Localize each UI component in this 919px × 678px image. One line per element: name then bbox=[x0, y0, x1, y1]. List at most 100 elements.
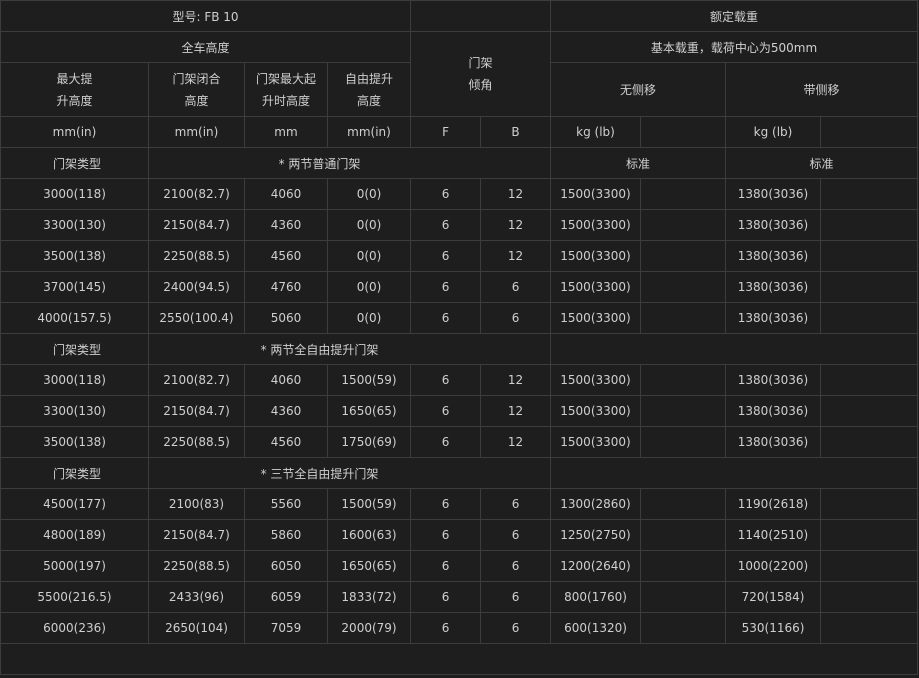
table-cell: 1380(3036) bbox=[725, 395, 822, 427]
table-cell: 2150(84.7) bbox=[148, 395, 245, 427]
table-cell: 1300(2860) bbox=[550, 488, 642, 520]
unit-cell bbox=[640, 116, 727, 148]
table-cell: 1500(3300) bbox=[550, 209, 642, 241]
table-cell: 12 bbox=[480, 395, 552, 427]
table-cell: 7059 bbox=[244, 612, 328, 644]
table-cell bbox=[820, 240, 919, 272]
table-cell: 5860 bbox=[244, 519, 328, 551]
table-cell: 6 bbox=[410, 240, 482, 272]
table-cell: 6 bbox=[410, 395, 482, 427]
table-cell: 2100(82.7) bbox=[148, 364, 245, 396]
table-cell: 600(1320) bbox=[550, 612, 642, 644]
table-cell bbox=[640, 364, 727, 396]
units-row: mm(in) mm(in) mm mm(in) F B kg (lb) kg (… bbox=[0, 116, 919, 148]
table-cell: 1140(2510) bbox=[725, 519, 822, 551]
table-cell: 6 bbox=[480, 550, 552, 582]
table-cell: 2150(84.7) bbox=[148, 519, 245, 551]
table-cell: 6 bbox=[410, 426, 482, 458]
table-cell: 1380(3036) bbox=[725, 240, 822, 272]
table-cell bbox=[820, 395, 919, 427]
table-cell: 4560 bbox=[244, 426, 328, 458]
mast-tilt-header: 门架倾角 bbox=[410, 31, 552, 117]
table-cell bbox=[820, 550, 919, 582]
mast-closed-header: 门架闭合高度 bbox=[148, 62, 245, 117]
section-header-row: 门架类型 * 三节全自由提升门架 bbox=[0, 457, 919, 489]
unit-cell: mm(in) bbox=[148, 116, 245, 148]
rated-load-header: 额定载重 bbox=[550, 0, 919, 32]
table-row: 6000(236) 2650(104) 7059 2000(79) 6 6 600(1320… bbox=[0, 612, 919, 644]
table-row: 3500(138) 2250(88.5) 4560 1750(69) 6 12 1500(3… bbox=[0, 426, 919, 458]
table-cell bbox=[640, 302, 727, 334]
unit-cell: F bbox=[410, 116, 482, 148]
table-cell: 6000(236) bbox=[0, 612, 149, 644]
table-cell: 6 bbox=[480, 271, 552, 303]
section-title-blank bbox=[550, 457, 919, 489]
unit-cell: mm(in) bbox=[326, 116, 412, 148]
standard-label: 标准 bbox=[550, 147, 727, 179]
table-cell: 6 bbox=[480, 581, 552, 613]
table-cell: 12 bbox=[480, 178, 552, 210]
max-lift-header: 最大提升高度 bbox=[0, 62, 149, 117]
table-cell bbox=[820, 581, 919, 613]
table-cell: 1600(63) bbox=[326, 519, 412, 551]
table-cell: 4360 bbox=[244, 395, 328, 427]
mast-type-label: 门架类型 bbox=[0, 457, 149, 489]
table-cell: 1750(69) bbox=[326, 426, 412, 458]
table-cell: 3500(138) bbox=[0, 240, 149, 272]
unit-cell bbox=[820, 116, 919, 148]
table-cell: 1250(2750) bbox=[550, 519, 642, 551]
table-cell: 4560 bbox=[244, 240, 328, 272]
table-cell bbox=[820, 364, 919, 396]
table-cell bbox=[820, 612, 919, 644]
table-row: 4000(157.5) 2550(100.4) 5060 0(0) 6 6 1500(330… bbox=[0, 302, 919, 334]
footer-cell bbox=[0, 643, 919, 675]
table-cell: 12 bbox=[480, 209, 552, 241]
table-cell: 5060 bbox=[244, 302, 328, 334]
table-cell bbox=[820, 209, 919, 241]
spec-table: 型号: FB 10 额定载重 全车高度 门架倾角 基本载重，载荷中心为500mm… bbox=[0, 0, 919, 675]
table-cell: 3300(130) bbox=[0, 395, 149, 427]
mast-extended-header: 门架最大起升时高度 bbox=[244, 62, 328, 117]
table-cell: 1380(3036) bbox=[725, 271, 822, 303]
table-cell: 2000(79) bbox=[326, 612, 412, 644]
base-load-header: 基本载重，载荷中心为500mm bbox=[550, 31, 919, 63]
table-cell: 1833(72) bbox=[326, 581, 412, 613]
table-cell bbox=[820, 178, 919, 210]
table-cell: 2250(88.5) bbox=[148, 426, 245, 458]
table-cell: 6 bbox=[480, 302, 552, 334]
table-cell bbox=[820, 488, 919, 520]
table-row: 3000(118) 2100(82.7) 4060 1500(59) 6 12 1500(3… bbox=[0, 364, 919, 396]
table-cell: 1650(65) bbox=[326, 395, 412, 427]
table-cell: 6 bbox=[410, 612, 482, 644]
table-cell: 6 bbox=[410, 581, 482, 613]
section-header-row: 门架类型 * 两节普通门架 标准 标准 bbox=[0, 147, 919, 179]
table-cell: 5560 bbox=[244, 488, 328, 520]
table-cell: 1500(3300) bbox=[550, 364, 642, 396]
table-cell: 800(1760) bbox=[550, 581, 642, 613]
model-cell-right bbox=[410, 0, 552, 32]
table-cell: 1380(3036) bbox=[725, 209, 822, 241]
table-cell: 0(0) bbox=[326, 178, 412, 210]
table-cell: 2433(96) bbox=[148, 581, 245, 613]
table-cell: 4800(189) bbox=[0, 519, 149, 551]
table-cell: 1380(3036) bbox=[725, 426, 822, 458]
table-row: 3500(138) 2250(88.5) 4560 0(0) 6 12 1500(3300)… bbox=[0, 240, 919, 272]
table-cell: 3000(118) bbox=[0, 364, 149, 396]
table-cell: 0(0) bbox=[326, 271, 412, 303]
table-cell: 6 bbox=[480, 488, 552, 520]
table-cell: 1500(3300) bbox=[550, 426, 642, 458]
table-cell: 1650(65) bbox=[326, 550, 412, 582]
table-cell bbox=[640, 581, 727, 613]
table-cell: 2650(104) bbox=[148, 612, 245, 644]
table-cell: 530(1166) bbox=[725, 612, 822, 644]
table-cell bbox=[640, 209, 727, 241]
section-title: * 三节全自由提升门架 bbox=[147, 457, 552, 489]
table-cell: 4500(177) bbox=[0, 488, 149, 520]
table-cell: 4760 bbox=[244, 271, 328, 303]
table-cell: 3500(138) bbox=[0, 426, 149, 458]
mast-type-label: 门架类型 bbox=[0, 333, 149, 365]
table-cell: 2400(94.5) bbox=[148, 271, 245, 303]
table-cell: 4060 bbox=[244, 364, 328, 396]
table-cell bbox=[640, 178, 727, 210]
table-cell: 4360 bbox=[244, 209, 328, 241]
